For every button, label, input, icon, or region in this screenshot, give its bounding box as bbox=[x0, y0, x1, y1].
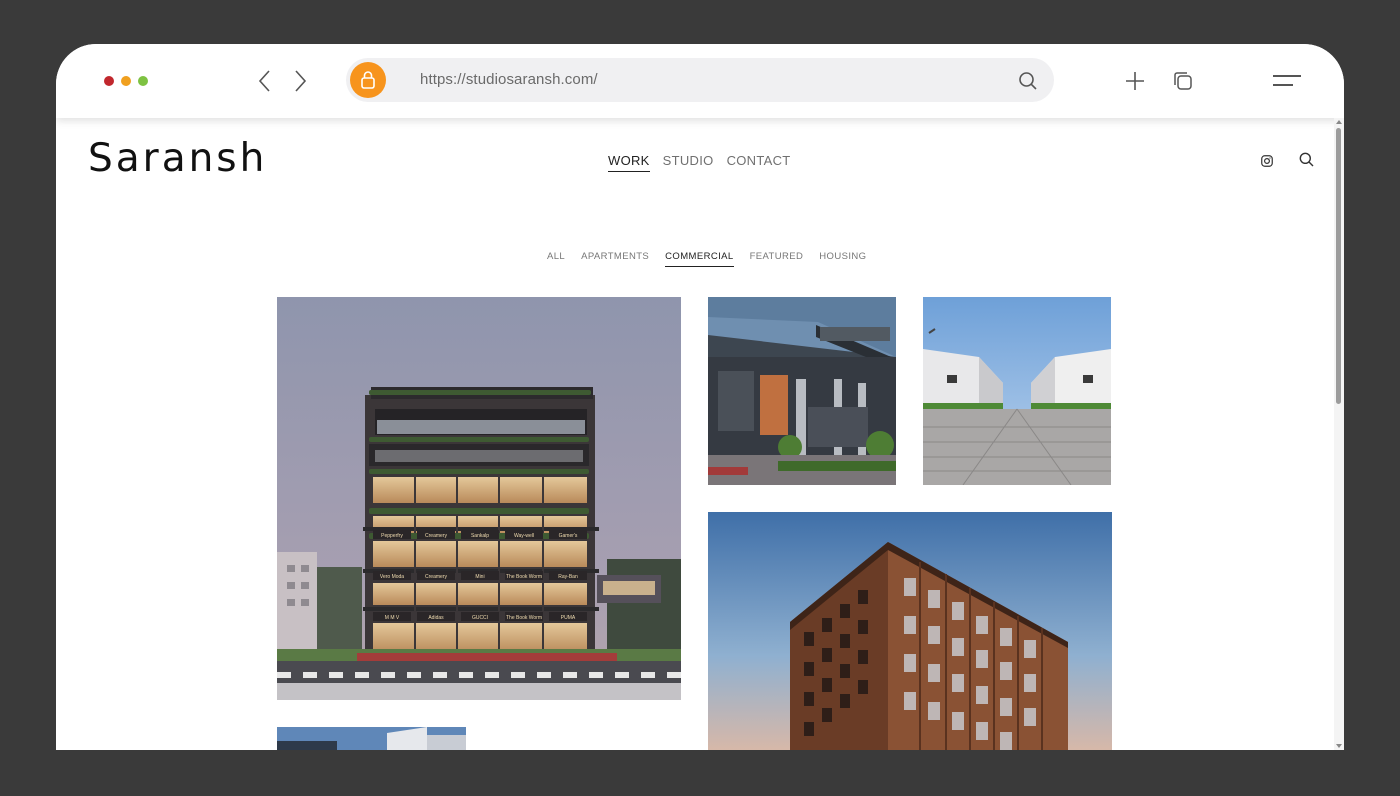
project-tile-brick-block[interactable] bbox=[708, 512, 1112, 750]
scroll-down-arrow[interactable] bbox=[1336, 744, 1342, 748]
filter-all[interactable]: ALL bbox=[547, 251, 565, 267]
entrance-canopy-image bbox=[708, 297, 896, 485]
menu-icon bbox=[1273, 75, 1301, 86]
store-sign: Creamery bbox=[425, 574, 447, 580]
address-search-button[interactable] bbox=[1018, 71, 1038, 96]
nav-work[interactable]: WORK bbox=[608, 153, 650, 172]
store-sign: Way-well bbox=[514, 533, 534, 539]
tabs-overview-button[interactable] bbox=[1172, 70, 1194, 97]
web-page: Saransh WORK STUDIO CONTACT ALL APARTMEN… bbox=[56, 118, 1344, 750]
site-search-button[interactable] bbox=[1299, 152, 1314, 172]
forward-button[interactable] bbox=[288, 68, 312, 94]
site-security-button[interactable] bbox=[350, 62, 386, 98]
minimize-window-button[interactable] bbox=[121, 76, 131, 86]
filter-apartments[interactable]: APARTMENTS bbox=[581, 251, 649, 267]
browser-toolbar: https://studiosaransh.com/ bbox=[56, 44, 1344, 118]
project-filters: ALL APARTMENTS COMMERCIAL FEATURED HOUSI… bbox=[547, 251, 866, 267]
nav-contact[interactable]: CONTACT bbox=[727, 153, 791, 172]
store-sign: Adidas bbox=[428, 615, 444, 621]
nav-studio[interactable]: STUDIO bbox=[663, 153, 714, 172]
store-sign: Gamer's bbox=[559, 533, 578, 539]
store-sign: GUCCI bbox=[472, 615, 488, 621]
lock-icon bbox=[361, 71, 375, 89]
filter-featured[interactable]: FEATURED bbox=[750, 251, 804, 267]
brick-block-image bbox=[708, 512, 1112, 750]
store-sign: The Book Worm bbox=[506, 574, 542, 580]
project-tile-partial[interactable] bbox=[277, 727, 466, 750]
site-logo[interactable]: Saransh bbox=[88, 136, 267, 181]
store-sign: PUMA bbox=[561, 615, 576, 621]
commercial-tower-image: Pepperfry Creamery Sankalp Way-well Game… bbox=[277, 297, 681, 700]
store-sign: Ray-Ban bbox=[558, 574, 578, 580]
browser-menu-button[interactable] bbox=[1272, 74, 1302, 93]
project-tile-commercial-tower[interactable]: Pepperfry Creamery Sankalp Way-well Game… bbox=[277, 297, 681, 700]
project-tile-courtyard[interactable] bbox=[923, 297, 1111, 485]
scroll-up-arrow[interactable] bbox=[1336, 120, 1342, 124]
filter-housing[interactable]: HOUSING bbox=[819, 251, 866, 267]
address-bar[interactable]: https://studiosaransh.com/ bbox=[346, 58, 1054, 102]
instagram-link[interactable] bbox=[1261, 154, 1273, 172]
courtyard-image bbox=[923, 297, 1111, 485]
close-window-button[interactable] bbox=[104, 76, 114, 86]
store-sign: Mini bbox=[475, 574, 484, 580]
main-navigation: WORK STUDIO CONTACT bbox=[608, 153, 791, 172]
url-text[interactable]: https://studiosaransh.com/ bbox=[420, 71, 598, 88]
store-sign: Creamery bbox=[425, 533, 447, 539]
chevron-left-icon bbox=[258, 70, 270, 92]
search-icon bbox=[1299, 152, 1314, 167]
chevron-right-icon bbox=[295, 70, 307, 92]
store-sign: Pepperfry bbox=[381, 533, 403, 539]
project-tile-entrance-canopy[interactable] bbox=[708, 297, 896, 485]
tabs-icon bbox=[1174, 72, 1192, 90]
filter-commercial[interactable]: COMMERCIAL bbox=[665, 251, 734, 267]
plus-icon bbox=[1126, 72, 1144, 90]
store-sign: The Book Worm bbox=[506, 615, 542, 621]
partial-project-image bbox=[277, 727, 466, 750]
scroll-thumb[interactable] bbox=[1336, 128, 1341, 404]
store-sign: Vero Moda bbox=[380, 574, 404, 580]
page-scrollbar[interactable] bbox=[1334, 118, 1344, 750]
store-sign: M M V bbox=[385, 615, 400, 621]
new-tab-button[interactable] bbox=[1124, 70, 1146, 97]
store-sign: Sankalp bbox=[471, 533, 489, 539]
instagram-icon bbox=[1261, 155, 1273, 167]
search-icon bbox=[1019, 72, 1037, 90]
browser-window: https://studiosaransh.com/ Saransh WORK … bbox=[56, 44, 1344, 750]
back-button[interactable] bbox=[254, 68, 278, 94]
maximize-window-button[interactable] bbox=[138, 76, 148, 86]
